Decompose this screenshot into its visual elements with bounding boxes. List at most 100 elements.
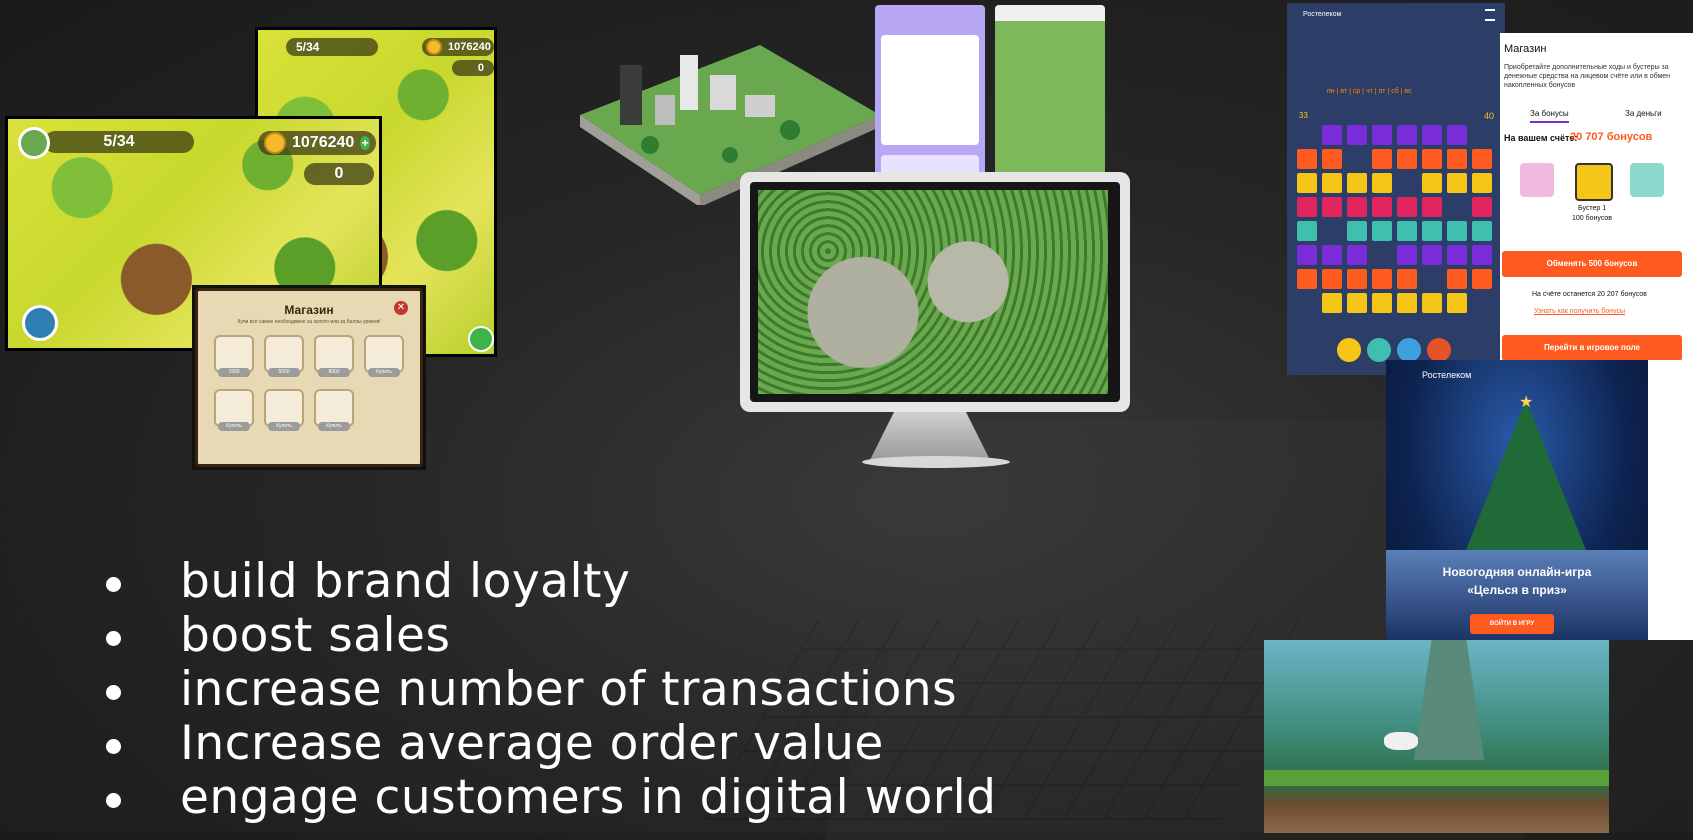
- shop-item[interactable]: 1500: [214, 335, 254, 377]
- game-tile[interactable]: [1472, 221, 1492, 241]
- game-tile[interactable]: [1447, 245, 1467, 265]
- game-tile[interactable]: [1297, 245, 1317, 265]
- game-tile[interactable]: [1322, 125, 1342, 145]
- game-tile[interactable]: [1397, 149, 1417, 169]
- game-tile[interactable]: [1322, 293, 1342, 313]
- game-tile[interactable]: [1347, 197, 1367, 217]
- exchange-button[interactable]: Обменять 500 бонусов: [1502, 251, 1682, 277]
- game-tile[interactable]: [1372, 293, 1392, 313]
- rt-score-left: 33: [1299, 111, 1308, 120]
- game-tile[interactable]: [1372, 197, 1392, 217]
- add-coins-icon[interactable]: +: [360, 136, 370, 150]
- rt-score-right: 40: [1484, 111, 1495, 121]
- game-tile[interactable]: [1397, 269, 1417, 289]
- game-tile[interactable]: [1322, 149, 1342, 169]
- game-tile[interactable]: [1297, 221, 1317, 241]
- game-tile[interactable]: [1447, 269, 1467, 289]
- menu-icon[interactable]: [1485, 9, 1495, 21]
- game-tile[interactable]: [1422, 293, 1442, 313]
- game-tile[interactable]: [1472, 149, 1492, 169]
- game-tile[interactable]: [1347, 173, 1367, 193]
- game-tile[interactable]: [1472, 197, 1492, 217]
- game-tile[interactable]: [1397, 293, 1417, 313]
- game-tile[interactable]: [1472, 173, 1492, 193]
- game-tile[interactable]: [1447, 221, 1467, 241]
- game-tile[interactable]: [1322, 245, 1342, 265]
- booster-icon[interactable]: [1337, 338, 1361, 362]
- game-tile[interactable]: [1422, 125, 1442, 145]
- game-tile[interactable]: [1322, 173, 1342, 193]
- tab-money[interactable]: За деньги: [1625, 109, 1662, 118]
- game-tile[interactable]: [1372, 221, 1392, 241]
- game-tile[interactable]: [1422, 221, 1442, 241]
- game-tile[interactable]: [1297, 149, 1317, 169]
- game-tile[interactable]: [1322, 269, 1342, 289]
- shop-item-tag: 8000: [318, 368, 350, 377]
- shop-item[interactable]: Купить: [314, 389, 354, 431]
- game-tile[interactable]: [1372, 173, 1392, 193]
- game-tile[interactable]: [1297, 173, 1317, 193]
- game-tile[interactable]: [1422, 245, 1442, 265]
- booster-icon[interactable]: [1427, 338, 1451, 362]
- game-tile[interactable]: [1397, 221, 1417, 241]
- list-item: increase number of transactions: [100, 663, 997, 717]
- ground-strip: [1264, 770, 1609, 786]
- how-to-get-link[interactable]: Узнать как получить бонусы: [1534, 308, 1625, 315]
- game-tile[interactable]: [1447, 293, 1467, 313]
- shop-item-tag: Купить: [218, 422, 250, 431]
- coins-pill-back: 1076240: [422, 38, 494, 56]
- booster-card[interactable]: [1520, 163, 1554, 197]
- shop-item[interactable]: 8000: [314, 335, 354, 377]
- game-tile[interactable]: [1372, 125, 1392, 145]
- shop-item[interactable]: Купить: [214, 389, 254, 431]
- game-tile[interactable]: [1347, 221, 1367, 241]
- game-tile[interactable]: [1422, 197, 1442, 217]
- level-text-front: 5/34: [103, 133, 135, 150]
- booster-icon[interactable]: [1367, 338, 1391, 362]
- profile-icon[interactable]: [18, 127, 50, 159]
- game-tile[interactable]: [1472, 269, 1492, 289]
- game-tile[interactable]: [1322, 197, 1342, 217]
- platformer-game-screenshot: [1264, 640, 1609, 833]
- go-to-field-button[interactable]: Перейти в игровое поле: [1502, 335, 1682, 361]
- game-tile[interactable]: [1422, 173, 1442, 193]
- booster-card[interactable]: [1575, 163, 1613, 201]
- game-tile[interactable]: [1297, 197, 1317, 217]
- game-tile[interactable]: [1347, 125, 1367, 145]
- game-tile[interactable]: [1447, 173, 1467, 193]
- play-game-button[interactable]: ВОЙТИ В ИГРУ: [1470, 614, 1554, 634]
- bullet-dot: [106, 685, 121, 700]
- shop-item[interactable]: Купить: [264, 389, 304, 431]
- game-tile[interactable]: [1297, 269, 1317, 289]
- game-tile[interactable]: [1372, 269, 1392, 289]
- game-tile[interactable]: [1422, 149, 1442, 169]
- level-pill-back: 5/34: [286, 38, 378, 56]
- mobile-card: [881, 35, 979, 145]
- game-tile[interactable]: [1397, 245, 1417, 265]
- balance-label: На вашем счёте:: [1504, 133, 1578, 143]
- booster-card[interactable]: [1630, 163, 1664, 197]
- list-item: boost sales: [100, 609, 997, 663]
- game-tile[interactable]: [1347, 245, 1367, 265]
- game-tile[interactable]: [1397, 197, 1417, 217]
- shop-item[interactable]: Купить: [364, 335, 404, 377]
- game-tile[interactable]: [1397, 125, 1417, 145]
- rt-shop-desc: Приобретайте дополнительные ходы и бусте…: [1504, 64, 1671, 89]
- rt-game-brand: Ростелеком: [1303, 11, 1342, 18]
- booster-icon[interactable]: [1397, 338, 1421, 362]
- game-tile[interactable]: [1472, 245, 1492, 265]
- game-tile[interactable]: [1447, 149, 1467, 169]
- booster-name: Бустер 1: [1578, 205, 1607, 212]
- tab-bonus[interactable]: За бонусы: [1530, 109, 1569, 123]
- game-tile[interactable]: [1372, 149, 1392, 169]
- list-item-text: boost sales: [180, 608, 451, 663]
- close-icon[interactable]: ✕: [394, 301, 408, 315]
- game-tile[interactable]: [1347, 269, 1367, 289]
- game-tile[interactable]: [1447, 125, 1467, 145]
- book-icon[interactable]: [22, 305, 58, 341]
- mobile-top-bar: [995, 5, 1105, 21]
- shop-item[interactable]: 5000: [264, 335, 304, 377]
- cart-icon[interactable]: [468, 326, 494, 352]
- game-tile[interactable]: [1347, 293, 1367, 313]
- shop-item-tag: Купить: [268, 422, 300, 431]
